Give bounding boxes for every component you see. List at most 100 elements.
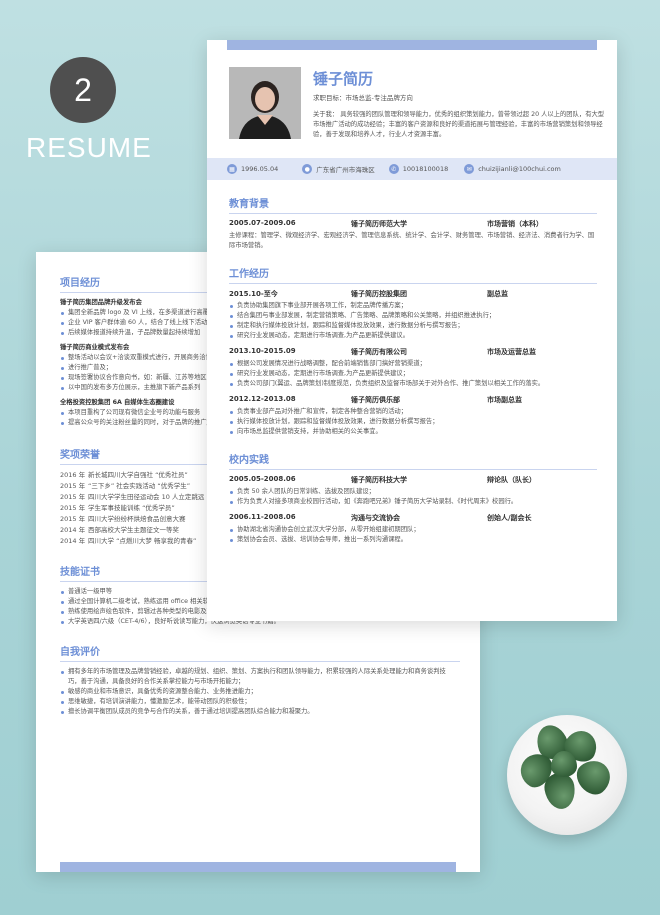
list-item: 进行推广普及； <box>60 363 230 373</box>
award-text: “三下乡” 社会实践活动 “优秀学生” <box>88 482 191 490</box>
award-row: 2016 年新长城四川大学自强社 “优秀社员” <box>60 470 230 481</box>
award-row: 2014 年四川大学 “点燃川大梦 畅享我的青春” <box>60 536 230 547</box>
entry-role: 市场副总监 <box>487 396 522 404</box>
list-item: 负责公司部门(翼运、品牌策划)制度规范，负责组织及监督市场部关于对外合作、推广策… <box>229 379 597 389</box>
potted-plant-decoration <box>507 715 627 835</box>
award-row: 2014 年西部高校大学生主题征文一等奖 <box>60 525 230 536</box>
list-item: 制定和执行媒体投放计划，跟踪和监督媒体投放效果，进行数据分析与撰写报告； <box>229 321 597 331</box>
location-icon: ● <box>302 164 313 174</box>
list-item: 拥有多年的市场管理及品牌营销经验，卓越的规划、组织、策划、方案执行和团队领导能力… <box>60 667 450 687</box>
contact-text: 广东省广州市海珠区 <box>316 166 375 174</box>
education-header: 2005.07-2009.06 锤子简历师范大学 市场营销（本科） <box>229 219 597 229</box>
award-text: 西部高校大学生主题征文一等奖 <box>88 526 179 534</box>
list-item: 研究行业发展动态，定期进行市场调查,为产品更新提供建议。 <box>229 331 597 341</box>
project-items: 集团全新品牌 logo 及 VI 上线，在多渠道进行高覆盖推广 企业 VIP 客… <box>60 308 230 338</box>
list-item: 根据公司发展情况进行战略调整，配合前端销售部门搞好营销渠道； <box>229 359 597 369</box>
award-year: 2015 年 <box>60 493 86 501</box>
entry-role: 市场营销（本科） <box>487 220 543 228</box>
calendar-icon: ▦ <box>227 164 237 174</box>
campus-entry: 2006.11-2008.06 沟通与交流协会 创始人/副会长 协助湖北省沟通协… <box>229 513 597 545</box>
education-title: 教育背景 <box>229 199 269 210</box>
award-row: 2015 年四川大学学生田径运动会 10 人立定跳远 <box>60 492 230 503</box>
entry-role: 创始人/副会长 <box>487 514 532 522</box>
list-item: 执行媒体投放计划，跟踪和监督媒体投放效果，进行数据分析撰写报告； <box>229 417 597 427</box>
award-year: 2015 年 <box>60 515 86 523</box>
entry-org: 锤子简历控股集团 <box>351 290 407 298</box>
awards-list: 2016 年新长城四川大学自强社 “优秀社员” 2015 年 “三下乡” 社会实践… <box>60 470 230 547</box>
list-item: 敏感的商业和市场意识，具备优秀的资源整合能力、业务推进能力； <box>60 687 450 697</box>
person-avatar-icon <box>229 67 301 139</box>
list-item: 负责协助集团旗下事业部开展各项工作，制定品牌传播方案； <box>229 301 597 311</box>
list-item: 集团全新品牌 logo 及 VI 上线，在多渠道进行高覆盖推广 <box>60 308 230 318</box>
list-item: 结合集团与事业部发展，制定营销策略、广告策略、品牌策略和公关策略，并组织推进执行… <box>229 311 597 321</box>
award-text: 学生军事技能训练 “优秀学员” <box>88 504 175 512</box>
job-target: 求职目标：市场总监-专注品牌方向 <box>313 92 605 102</box>
leaf-icon <box>551 751 577 777</box>
education-courses: 主修课程：管理学、微观经济学、宏观经济学、管理信息系统、统计学、会计学、财务管理… <box>229 232 595 249</box>
list-item: 擅长协调平衡团队成员的竞争与合作的关系，善于通过培训提高团队综合能力和凝聚力。 <box>60 707 450 717</box>
leaf-icon <box>542 770 578 812</box>
contact-birthday: ▦ 1996.05.04 <box>227 164 278 174</box>
job-target-value: 市场总监-专注品牌方向 <box>345 94 413 102</box>
award-text: 四川大学学生田径运动会 10 人立定跳远 <box>88 493 205 501</box>
list-item: 现场签署协议合作意向书，如：新疆、江苏等地区 <box>60 373 230 383</box>
entry-date: 2015.10-至今 <box>229 290 278 298</box>
entry-org: 沟通与交流协会 <box>351 514 400 522</box>
entry-org: 锤子简历有限公司 <box>351 348 407 356</box>
work-entry: 2015.10-至今 锤子简历控股集团 副总监 负责协助集团旗下事业部开展各项工… <box>229 289 597 341</box>
entry-role: 辩论队（队长） <box>487 476 536 484</box>
campus-divider <box>229 469 597 470</box>
list-item: 负责 50 余人团队的日常训练、选拔及团队建设； <box>229 487 597 497</box>
entry-org: 锤子简历俱乐部 <box>351 396 400 404</box>
list-item: 后续媒体报道持续升温，子品牌数量起持续增加 <box>60 328 230 338</box>
self-title: 自我评价 <box>60 647 100 658</box>
phone-icon: ✆ <box>388 164 399 174</box>
list-item: 本项目重构了公司现有微信企业号的功能与服务 <box>60 408 230 418</box>
award-year: 2016 年 <box>60 471 86 479</box>
project-items: 整场活动以会议+洽谈双重模式进行，开展商务洽谈 进行推广普及； 现场签署协议合作… <box>60 353 230 393</box>
list-item: 整场活动以会议+洽谈双重模式进行，开展商务洽谈 <box>60 353 230 363</box>
entry-header: 2013.10-2015.09 锤子简历有限公司 市场及运营总监 <box>229 347 597 357</box>
contact-text: 10018100018 <box>402 165 449 173</box>
list-item: 作为负责人对接多项商业校园行活动，如《奔跑吧兄弟》锤子简历大学站录制、《时代周末… <box>229 497 597 507</box>
list-item: 企业 VIP 客户群体逾 60 人，结合了线上线下活动推广 <box>60 318 230 328</box>
award-year: 2015 年 <box>60 504 86 512</box>
entry-org: 锤子简历师范大学 <box>351 220 407 228</box>
contact-text: 1996.05.04 <box>241 165 279 173</box>
entry-date: 2013.10-2015.09 <box>229 347 296 355</box>
entry-items: 负责协助集团旗下事业部开展各项工作，制定品牌传播方案； 结合集团与事业部发展，制… <box>229 301 597 341</box>
entry-header: 2005.05-2008.06 锤子简历科技大学 辩论队（队长） <box>229 475 597 485</box>
list-item: 策划协会会员、选拔、培训协会导师，推出一系列沟通课程。 <box>229 535 597 545</box>
project-items: 本项目重构了公司现有微信企业号的功能与服务 提高公众号的关注粉丝量的同时，对于品… <box>60 408 230 428</box>
list-item: 向市场总监提供营销支持，并协助相关的公关事宜。 <box>229 427 597 437</box>
list-item: 提高公众号的关注粉丝量的同时，对于品牌的推广起到 <box>60 418 230 428</box>
list-item: 以中国的发布多方位展示，主推旗下新产品系列 <box>60 383 230 393</box>
front-page-content: 教育背景 2005.07-2009.06 锤子简历师范大学 市场营销（本科） 主… <box>229 195 597 545</box>
entry-items: 负责 50 余人团队的日常训练、选拔及团队建设； 作为负责人对接多项商业校园行活… <box>229 487 597 507</box>
entry-items: 根据公司发展情况进行战略调整，配合前端销售部门搞好营销渠道； 研究行业发展动态，… <box>229 359 597 389</box>
campus-entry: 2005.05-2008.06 锤子简历科技大学 辩论队（队长） 负责 50 余… <box>229 475 597 507</box>
resume-label: RESUME <box>26 132 152 163</box>
mail-icon: ✉ <box>464 164 475 174</box>
contact-phone: ✆ 10018100018 <box>388 164 449 174</box>
work-title: 工作经历 <box>229 269 269 280</box>
contact-address: ● 广东省广州市海珠区 <box>302 164 375 174</box>
award-year: 2014 年 <box>60 526 86 534</box>
list-item: 思维敏捷，有培训演讲能力，懂激励艺术，能带动团队的积极性； <box>60 697 450 707</box>
profile-header: 锤子简历 求职目标：市场总监-专注品牌方向 关于我： 具务较强的团队管理和领导能… <box>313 68 605 140</box>
list-item: 协助湖北省沟通协会创立武汉大学分部，从零开始组建初期团队； <box>229 525 597 535</box>
entry-date: 2006.11-2008.06 <box>229 513 296 521</box>
award-text: 四川大学 “点燃川大梦 畅享我的青春” <box>88 537 197 545</box>
back-bottom-bar <box>60 862 456 872</box>
entry-header: 2006.11-2008.06 沟通与交流协会 创始人/副会长 <box>229 513 597 523</box>
award-text: 新长城四川大学自强社 “优秀社员” <box>88 471 188 479</box>
page-number: 2 <box>74 71 92 108</box>
self-divider <box>60 661 460 662</box>
entry-items: 负责事业部产品对外推广和宣传，制定各种整合营销的活动； 执行媒体投放计划，跟踪和… <box>229 407 597 437</box>
entry-date: 2005.07-2009.06 <box>229 219 296 227</box>
award-year: 2014 年 <box>60 537 86 545</box>
self-list: 拥有多年的市场管理及品牌营销经验，卓越的规划、组织、策划、方案执行和团队领导能力… <box>60 667 450 717</box>
work-divider <box>229 283 597 284</box>
entry-date: 2012.12-2013.08 <box>229 395 296 403</box>
award-row: 2015 年四川大学纷纷杯烘焙食品创意大赛 <box>60 514 230 525</box>
